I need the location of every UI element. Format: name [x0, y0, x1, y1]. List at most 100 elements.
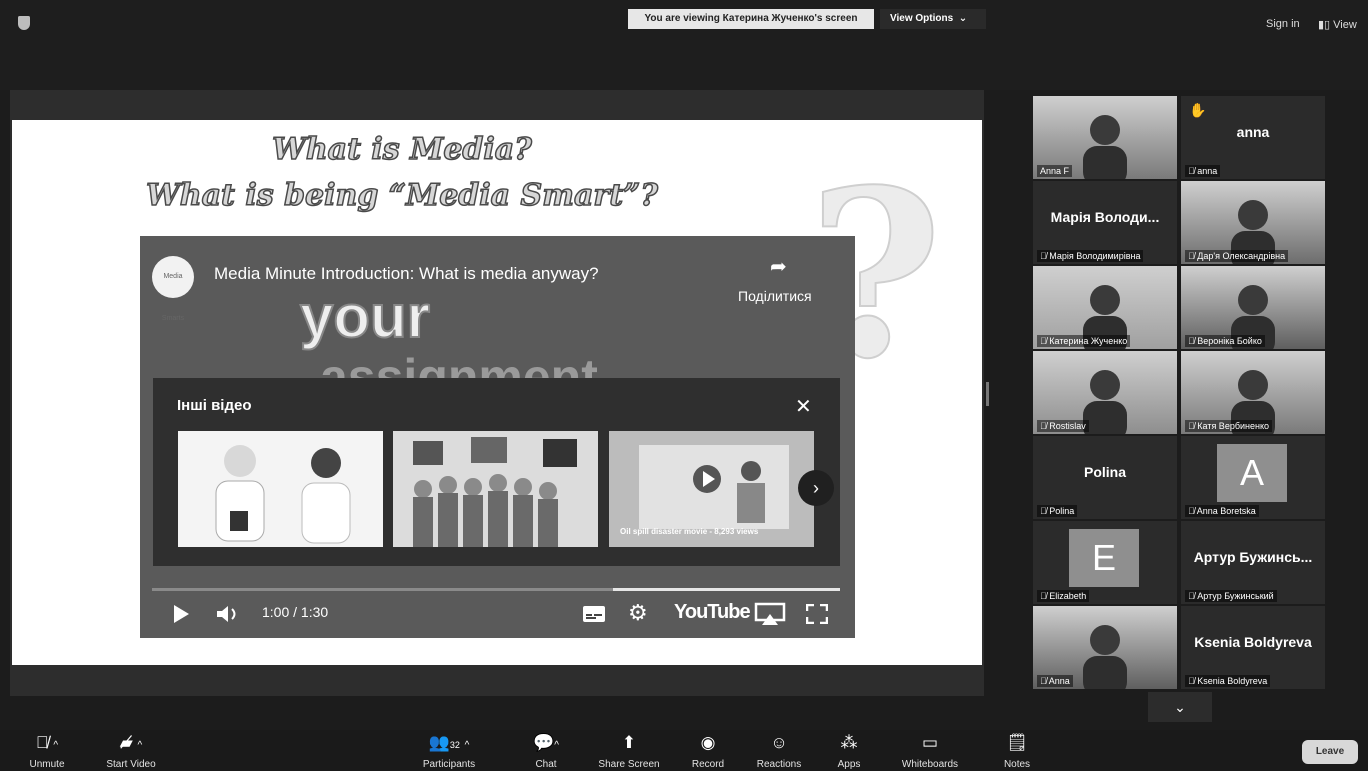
group-photo-image	[413, 437, 577, 547]
split-divider[interactable]	[986, 382, 989, 406]
participant-name: Вероніка Бойко	[1197, 336, 1262, 346]
slide-title-line1: What is Media?	[271, 131, 532, 168]
unmute-button[interactable]: 🎙̸ ^ Unmute	[22, 733, 72, 770]
participant-name-label: 🎙̸ Артур Бужинський	[1185, 590, 1277, 602]
record-label: Record	[691, 759, 725, 770]
video-thumbnail-1[interactable]	[178, 431, 383, 547]
share-screen-label: Share Screen	[598, 759, 660, 770]
participant-name-label: Anna F	[1037, 165, 1073, 177]
leave-button[interactable]: Leave	[1302, 740, 1358, 764]
participant-tile[interactable]: 🎙̸ Дар'я Олександрівна	[1181, 181, 1325, 264]
microphone-muted-icon: 🎙̸	[1188, 421, 1198, 431]
chevron-down-icon[interactable]: ⌄	[1148, 692, 1212, 722]
apps-label: Apps	[837, 759, 861, 770]
participant-name: Anna	[1048, 676, 1070, 686]
microphone-muted-icon: 🎙̸	[1040, 591, 1050, 601]
participant-name: Anna Boretska	[1196, 506, 1256, 516]
participants-label: Participants	[422, 759, 476, 770]
shield-icon[interactable]	[18, 16, 30, 30]
microphone-muted-icon: 🎙̸	[1040, 676, 1049, 686]
whiteboards-button[interactable]: ▭ Whiteboards	[896, 733, 964, 770]
microphone-muted-icon: 🎙̸	[1040, 336, 1050, 346]
participants-count: 32	[449, 740, 460, 750]
apps-button[interactable]: ⁂ Apps	[834, 733, 864, 770]
start-video-button[interactable]: ▰̸ ^ Start Video	[100, 733, 162, 770]
more-videos-title: Інші відео	[177, 397, 252, 414]
participant-name: Elizabeth	[1049, 591, 1087, 601]
participant-name: Марія Володимирівна	[1049, 251, 1141, 261]
participant-name: Rostislav	[1049, 421, 1086, 431]
microphone-muted-icon: 🎙̸	[1188, 251, 1198, 261]
video-title[interactable]: Media Minute Introduction: What is media…	[214, 264, 599, 284]
subtitles-icon[interactable]	[582, 605, 606, 623]
youtube-logo[interactable]: YouTube	[674, 601, 751, 624]
participant-tile[interactable]: Anna F	[1033, 96, 1177, 179]
airplay-icon[interactable]	[754, 602, 786, 626]
video-thumbnail-2[interactable]	[393, 431, 598, 547]
record-icon: ◉	[700, 733, 716, 752]
chat-label: Chat	[535, 759, 557, 770]
close-icon[interactable]: ✕	[795, 394, 812, 419]
participant-tile[interactable]: 🎙̸ Катерина Жученко	[1033, 266, 1177, 349]
raised-hand-icon: ✋	[1189, 102, 1207, 118]
participant-tile[interactable]: Ksenia Boldyreva 🎙̸ Ksenia Boldyreva	[1181, 606, 1325, 689]
participant-tile[interactable]: E 🎙̸ Elizabeth	[1033, 521, 1177, 604]
sign-in-link[interactable]: Sign in	[1266, 18, 1300, 30]
whiteboards-label: Whiteboards	[901, 759, 959, 770]
microphone-muted-icon: 🎙̸	[1188, 336, 1198, 346]
share-screen-icon: ⬆	[621, 733, 637, 752]
participant-gallery: Anna Fanna 🎙̸ anna ✋ Марія Володи... 🎙̸ Марі…	[1033, 96, 1325, 689]
chat-button[interactable]: 💬^ Chat	[528, 733, 564, 770]
microphone-muted-icon: 🎙̸	[1040, 251, 1050, 261]
microphone-muted-icon: 🎙̸	[1188, 676, 1198, 686]
view-button[interactable]: ▮▯ View	[1318, 18, 1357, 31]
video-progress-remaining	[613, 588, 840, 591]
reactions-label: Reactions	[756, 759, 802, 770]
participant-tile[interactable]: anna 🎙̸ anna ✋	[1181, 96, 1325, 179]
participant-tile[interactable]: A 🎙̸ Anna Boretska	[1181, 436, 1325, 519]
share-arrow-icon[interactable]: ➦	[770, 254, 787, 279]
avatar: A	[1217, 444, 1287, 502]
fullscreen-icon[interactable]	[806, 604, 828, 624]
participant-name-label: 🎙̸ Ksenia Boldyreva	[1185, 675, 1271, 687]
chevron-down-icon: ⌄	[958, 13, 968, 24]
unmute-label: Unmute	[29, 759, 65, 770]
record-button[interactable]: ◉ Record	[688, 733, 728, 770]
notes-button[interactable]: 🗒 Notes	[1000, 733, 1034, 770]
participant-tile[interactable]: 🎙̸ Rostislav	[1033, 351, 1177, 434]
volume-icon[interactable]	[216, 604, 242, 624]
view-options-button[interactable]: View Options ⌄	[880, 9, 986, 29]
chevron-right-icon[interactable]: ›	[798, 470, 834, 506]
participant-name-label: 🎙̸ Катерина Жученко	[1037, 335, 1131, 347]
reactions-button[interactable]: ☺ Reactions	[754, 733, 804, 770]
participant-tile[interactable]: 🎙̸ Катя Вербиненко	[1181, 351, 1325, 434]
avatar: E	[1069, 529, 1139, 587]
participant-tile[interactable]: Polina 🎙̸ Polina	[1033, 436, 1177, 519]
gear-icon[interactable]: ⚙	[628, 600, 648, 626]
participant-name-label: 🎙̸ Катя Вербиненко	[1185, 420, 1272, 432]
share-label[interactable]: Поділитися	[738, 288, 812, 304]
participant-display-name: Марія Володи...	[1050, 209, 1160, 225]
play-icon[interactable]	[172, 604, 190, 624]
video-time: 1:00 / 1:30	[262, 604, 329, 620]
notes-label: Notes	[1003, 759, 1031, 770]
share-screen-button[interactable]: ⬆ Share Screen	[596, 733, 662, 770]
participant-tile[interactable]: 🎙̸ Вероніка Бойко	[1181, 266, 1325, 349]
channel-logo[interactable]: Media Smarts	[152, 256, 194, 322]
cartoon-figures-image	[215, 445, 351, 544]
participant-display-name: Ksenia Boldyreva	[1194, 634, 1312, 650]
participant-name: Polina	[1049, 506, 1075, 516]
apps-icon: ⁂	[840, 733, 858, 752]
participant-display-name: anna	[1236, 124, 1270, 140]
participant-name-label: 🎙̸ Марія Володимирівна	[1037, 250, 1144, 262]
participant-tile[interactable]: Марія Володи... 🎙̸ Марія Володимирівна	[1033, 181, 1177, 264]
participant-tile[interactable]: Артур Бужинсь... 🎙̸ Артур Бужинський	[1181, 521, 1325, 604]
participant-tile[interactable]: 🎙̸ Anna	[1033, 606, 1177, 689]
participant-name-label: 🎙̸ Polina	[1037, 505, 1078, 517]
microphone-muted-icon: 🎙̸	[1188, 591, 1198, 601]
participants-button[interactable]: 👥32 ^ Participants	[416, 733, 482, 770]
thumbnail-caption: Oil spill disaster movie - 8,293 views	[620, 527, 759, 536]
microphone-muted-icon: 🎙̸	[1188, 166, 1198, 176]
whiteboard-icon: ▭	[921, 733, 939, 752]
slide-title-line2: What is being “Media Smart”?	[145, 177, 658, 214]
